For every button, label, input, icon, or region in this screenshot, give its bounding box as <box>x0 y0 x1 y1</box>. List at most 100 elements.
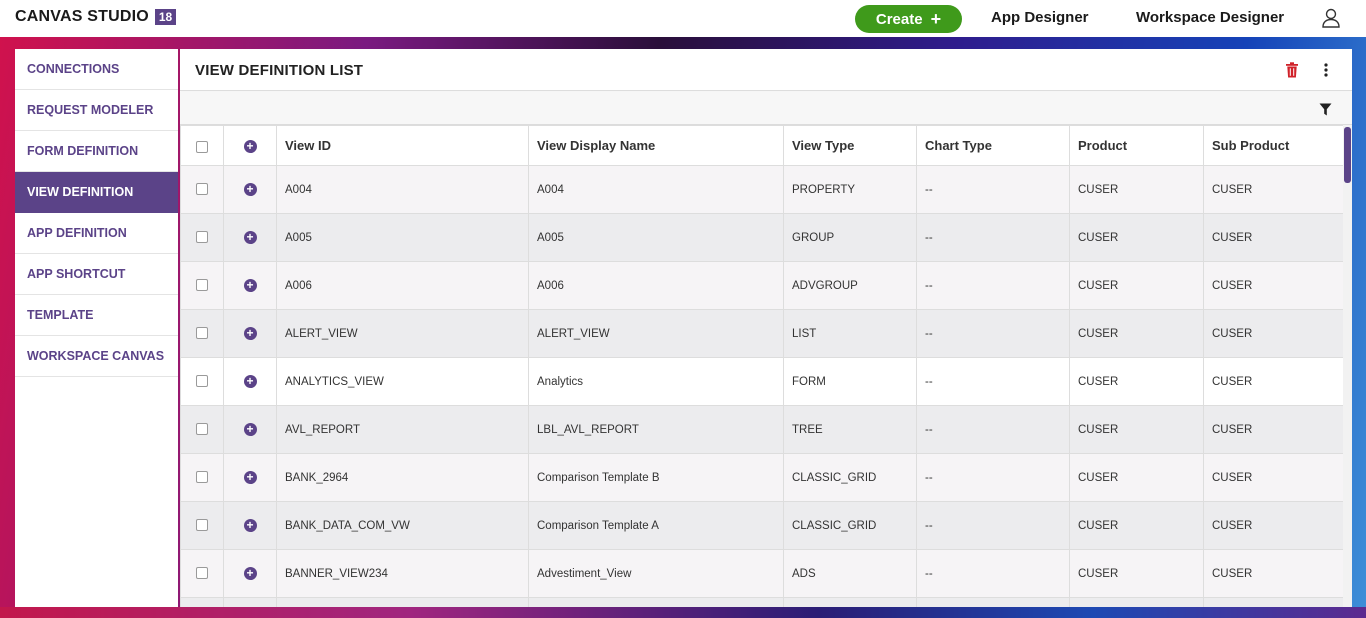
cell-view-id: BANK_2964 <box>276 453 529 502</box>
cell-view-display-name <box>528 597 784 607</box>
add-circle-icon[interactable]: + <box>243 279 257 292</box>
cell-product <box>1069 597 1204 607</box>
view-definition-table: + View ID View Display Name View Type Ch… <box>180 125 1344 607</box>
add-circle-icon[interactable]: + <box>243 183 257 196</box>
column-header-sub-product[interactable]: Sub Product <box>1203 125 1344 166</box>
row-checkbox[interactable] <box>196 423 208 436</box>
trash-icon[interactable] <box>1285 62 1299 78</box>
user-icon[interactable] <box>1320 7 1342 29</box>
row-select-cell <box>180 309 224 358</box>
table-row[interactable]: + BANK_2964 Comparison Template B CLASSI… <box>180 453 1344 502</box>
background-banner-bottom <box>0 607 1366 618</box>
row-add-cell: + <box>223 309 277 358</box>
row-checkbox[interactable] <box>196 375 208 388</box>
cell-view-id: BANK_DATA_COM_VW <box>276 501 529 550</box>
row-checkbox[interactable] <box>196 471 208 484</box>
cell-view-type: GROUP <box>783 213 917 262</box>
cell-chart-type: -- <box>916 165 1070 214</box>
cell-sub-product: CUSER <box>1203 309 1344 358</box>
cell-view-display-name: A006 <box>528 261 784 310</box>
cell-view-type: LIST <box>783 309 917 358</box>
add-circle-icon[interactable]: + <box>243 567 257 580</box>
sidebar-item-template[interactable]: TEMPLATE <box>15 295 178 336</box>
row-add-cell <box>223 597 277 607</box>
cell-product: CUSER <box>1069 405 1204 454</box>
filter-bar <box>180 92 1352 125</box>
cell-view-id: A006 <box>276 261 529 310</box>
row-checkbox[interactable] <box>196 279 208 292</box>
add-circle-icon[interactable]: + <box>243 519 257 532</box>
cell-chart-type: -- <box>916 549 1070 598</box>
cell-sub-product: CUSER <box>1203 549 1344 598</box>
row-add-cell: + <box>223 357 277 406</box>
select-all-checkbox[interactable] <box>196 140 208 153</box>
row-add-cell: + <box>223 165 277 214</box>
cell-chart-type: -- <box>916 453 1070 502</box>
table-scrollbar-track[interactable] <box>1343 125 1352 607</box>
create-button[interactable]: Create + <box>855 5 962 33</box>
row-add-cell: + <box>223 549 277 598</box>
filter-icon[interactable] <box>1319 103 1332 116</box>
table-row[interactable]: + A005 A005 GROUP -- CUSER CUSER <box>180 213 1344 262</box>
add-circle-icon[interactable]: + <box>243 327 257 340</box>
cell-view-display-name: Comparison Template B <box>528 453 784 502</box>
table-row[interactable]: + ANALYTICS_VIEW Analytics FORM -- CUSER… <box>180 357 1344 406</box>
column-header-view-type[interactable]: View Type <box>783 125 917 166</box>
row-checkbox[interactable] <box>196 231 208 244</box>
sidebar-item-app-definition[interactable]: APP DEFINITION <box>15 213 178 254</box>
row-select-cell <box>180 261 224 310</box>
sidebar-item-connections[interactable]: CONNECTIONS <box>15 49 178 90</box>
row-checkbox[interactable] <box>196 567 208 580</box>
column-header-view-id[interactable]: View ID <box>276 125 529 166</box>
cell-product: CUSER <box>1069 549 1204 598</box>
add-circle-icon[interactable]: + <box>243 140 257 154</box>
cell-view-id <box>276 597 529 607</box>
sidebar: CONNECTIONS REQUEST MODELER FORM DEFINIT… <box>15 49 178 607</box>
table-row[interactable]: + ALERT_VIEW ALERT_VIEW LIST -- CUSER CU… <box>180 309 1344 358</box>
select-all-cell <box>180 125 224 166</box>
row-select-cell <box>180 501 224 550</box>
more-vertical-icon[interactable] <box>1320 62 1332 78</box>
add-circle-icon[interactable]: + <box>243 231 257 244</box>
add-header-cell: + <box>223 125 277 166</box>
table-row-partial[interactable] <box>180 597 1344 607</box>
table-row[interactable]: + A006 A006 ADVGROUP -- CUSER CUSER <box>180 261 1344 310</box>
cell-sub-product: CUSER <box>1203 405 1344 454</box>
add-circle-icon[interactable]: + <box>243 423 257 436</box>
brand[interactable]: CANVAS STUDIO 18 <box>15 8 177 26</box>
column-header-view-display-name[interactable]: View Display Name <box>528 125 784 166</box>
add-circle-icon[interactable]: + <box>243 375 257 388</box>
row-add-cell: + <box>223 501 277 550</box>
cell-chart-type: -- <box>916 405 1070 454</box>
row-checkbox[interactable] <box>196 327 208 340</box>
cell-view-display-name: Advestiment_View <box>528 549 784 598</box>
cell-view-id: ANALYTICS_VIEW <box>276 357 529 406</box>
sidebar-item-view-definition[interactable]: VIEW DEFINITION <box>15 172 178 213</box>
add-circle-icon[interactable]: + <box>243 471 257 484</box>
table-scrollbar-thumb[interactable] <box>1344 127 1351 183</box>
row-checkbox[interactable] <box>196 183 208 196</box>
row-select-cell <box>180 405 224 454</box>
table-row[interactable]: + AVL_REPORT LBL_AVL_REPORT TREE -- CUSE… <box>180 405 1344 454</box>
sidebar-item-workspace-canvas[interactable]: WORKSPACE CANVAS <box>15 336 178 377</box>
table-header-row: + View ID View Display Name View Type Ch… <box>180 125 1344 166</box>
column-header-chart-type[interactable]: Chart Type <box>916 125 1070 166</box>
cell-view-id: A005 <box>276 213 529 262</box>
sidebar-item-form-definition[interactable]: FORM DEFINITION <box>15 131 178 172</box>
cell-sub-product: CUSER <box>1203 213 1344 262</box>
sidebar-item-app-shortcut[interactable]: APP SHORTCUT <box>15 254 178 295</box>
cell-product: CUSER <box>1069 261 1204 310</box>
nav-workspace-designer[interactable]: Workspace Designer <box>1136 9 1284 26</box>
cell-chart-type: -- <box>916 309 1070 358</box>
cell-view-id: ALERT_VIEW <box>276 309 529 358</box>
table-row[interactable]: + BANK_DATA_COM_VW Comparison Template A… <box>180 501 1344 550</box>
column-header-product[interactable]: Product <box>1069 125 1204 166</box>
cell-product: CUSER <box>1069 501 1204 550</box>
nav-app-designer[interactable]: App Designer <box>991 9 1089 26</box>
cell-chart-type: -- <box>916 501 1070 550</box>
table-row[interactable]: + A004 A004 PROPERTY -- CUSER CUSER <box>180 165 1344 214</box>
row-checkbox[interactable] <box>196 519 208 532</box>
row-add-cell: + <box>223 453 277 502</box>
sidebar-item-request-modeler[interactable]: REQUEST MODELER <box>15 90 178 131</box>
table-row[interactable]: + BANNER_VIEW234 Advestiment_View ADS --… <box>180 549 1344 598</box>
